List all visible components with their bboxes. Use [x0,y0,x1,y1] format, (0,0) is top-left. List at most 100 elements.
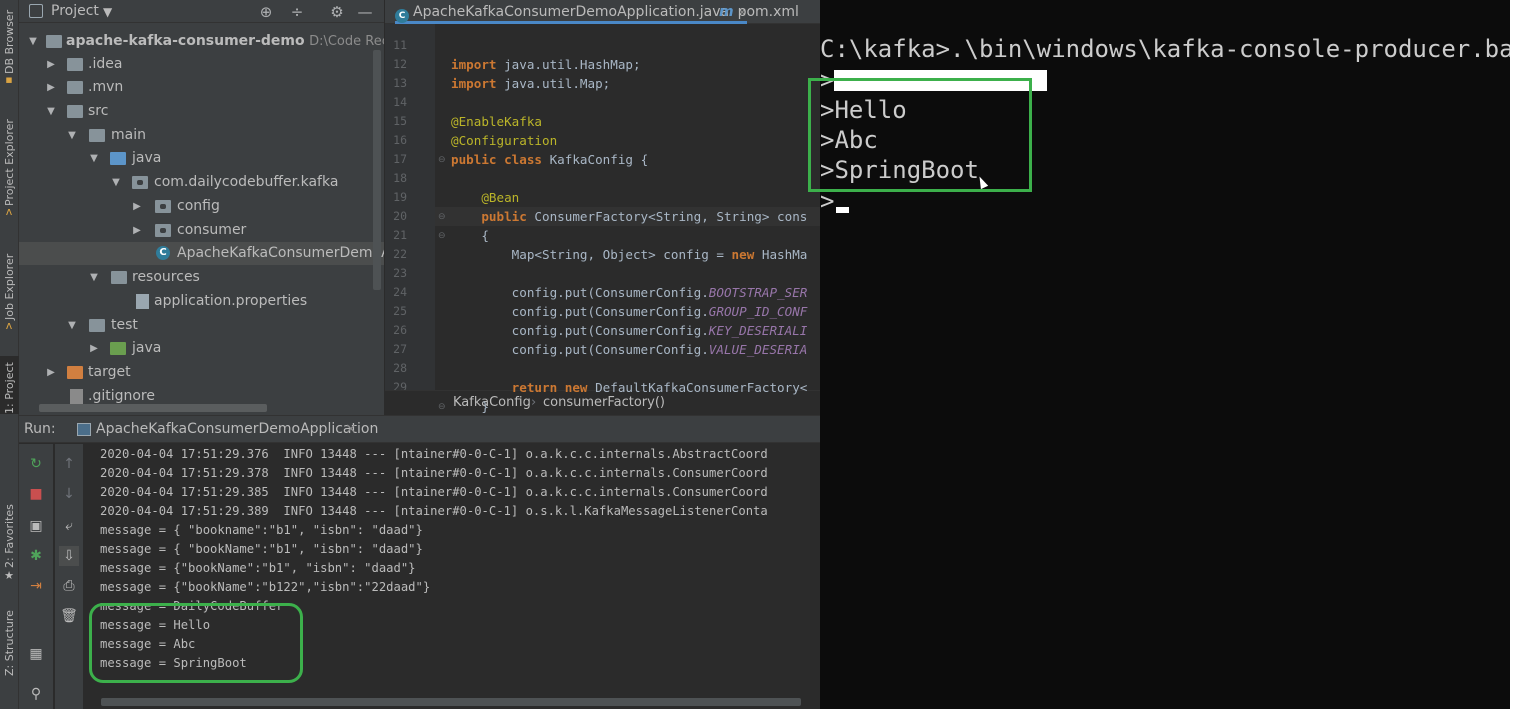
project-explorer-tab[interactable]: Project Explorer [0,116,19,206]
line-number: 17 [393,152,407,166]
console-horizontal-scrollbar[interactable] [101,698,801,706]
line-number: 28 [393,361,407,375]
debug-icon[interactable]: ✱ [26,546,46,566]
project-explorer-icon[interactable]: ʌ [2,206,16,218]
job-explorer-icon[interactable]: ʌ [2,320,16,332]
code-token: @Bean [451,190,520,205]
fold-icon[interactable]: ⊖ [438,212,446,222]
tree-item-test-java[interactable]: ▶ java [19,337,384,360]
left-tool-strip: ▪ DB Browser ʌ Project Explorer ʌ Job Ex… [0,0,19,709]
soft-wrap-icon[interactable]: ⤶ [59,516,79,536]
code-line: config.put(ConsumerConfig.BOOTSTRAP_SER [451,285,808,300]
fold-icon[interactable]: ⊖ [438,155,446,165]
fold-icon[interactable]: ⊖ [438,231,446,241]
camera-icon[interactable]: ▣ [26,516,46,536]
chevron-down-icon[interactable]: ▼ [103,5,112,19]
line-number: 12 [393,57,407,71]
chevron-right-icon[interactable]: ▶ [131,219,143,242]
chevron-right-icon[interactable]: ▶ [45,361,57,384]
tree-horizontal-scrollbar[interactable] [39,404,267,412]
exit-icon[interactable]: ⇥ [26,576,46,596]
code-token: public class [451,152,542,167]
tree-item-resources[interactable]: ▼ resources [19,266,384,289]
tab-main-class[interactable]: C ApacheKafkaConsumerDemoApplication.java… [395,0,748,24]
chevron-right-icon[interactable]: ▶ [131,195,143,218]
db-browser-icon[interactable]: ▪ [2,74,16,86]
fold-icon[interactable]: ⊖ [438,402,446,412]
tree-item-label: .mvn [88,79,124,95]
arrow-up-icon[interactable]: ↑ [59,454,79,474]
run-toolbar-secondary: ↑ ↓ ⤶ ⇩ ⎙ 🗑 [55,444,83,709]
chevron-down-icon[interactable]: ▼ [45,100,57,123]
scroll-to-end-icon[interactable]: ⇩ [59,546,79,566]
chevron-down-icon[interactable]: ▼ [66,124,78,147]
job-explorer-tab[interactable]: Job Explorer [0,248,19,320]
code-token: } [451,399,489,414]
terminal-cursor [836,207,849,213]
print-icon[interactable]: ⎙ [59,576,79,596]
code-token: config.put(ConsumerConfig. [451,323,709,338]
run-toolbar-primary: ↻ ■ ▣ ✱ ⇥ ▦ ⚲ [19,444,53,709]
chevron-right-icon[interactable]: ▶ [45,76,57,99]
tree-item-test[interactable]: ▼ test [19,314,384,337]
file-icon [70,389,83,404]
tab-pom-xml[interactable]: m pom.xml [719,0,799,24]
tree-item-application-properties[interactable]: application.properties [19,290,384,313]
close-icon[interactable]: × [345,416,357,443]
line-number: 18 [393,171,407,185]
tree-item-src[interactable]: ▼ src [19,100,384,123]
highlight-box-terminal [808,78,1032,192]
chevron-right-icon[interactable]: ▶ [88,337,100,360]
run-config-icon [77,423,91,436]
rerun-icon[interactable]: ↻ [26,454,46,474]
run-config-tab[interactable]: ApacheKafkaConsumerDemoApplication [96,416,378,443]
tree-item-target[interactable]: ▶ target [19,361,384,384]
trash-icon[interactable]: 🗑 [59,606,79,626]
layout-icon[interactable]: ▦ [26,644,46,664]
structure-tab[interactable]: Z: Structure [0,606,19,676]
package-icon [155,224,171,237]
chevron-down-icon[interactable]: ▼ [110,171,122,194]
chevron-down-icon[interactable]: ▼ [27,30,39,53]
tree-vertical-scrollbar[interactable] [373,50,381,290]
chevron-down-icon[interactable]: ▼ [66,314,78,337]
terminal-command-line: C:\kafka>.\bin\windows\kafka-console-pro… [820,35,1516,63]
tree-item-project-root[interactable]: ▼ apache-kafka-consumer-demo D:\Code Rec… [19,30,384,53]
tree-item-label: java [132,150,162,166]
code-line: Map<String, Object> config = new HashMa [451,247,808,262]
tree-item-consumer[interactable]: ▶ consumer [19,219,384,242]
tree-item-main[interactable]: ▼ main [19,124,384,147]
chevron-right-icon[interactable]: ▶ [45,53,57,76]
tree-item-idea[interactable]: ▶ .idea [19,53,384,76]
project-path-hint: D:\Code Record\apa [309,34,384,49]
arrow-down-icon[interactable]: ↓ [59,484,79,504]
chevron-down-icon[interactable]: ▼ [88,147,100,170]
pin-icon[interactable]: ⚲ [26,684,46,704]
project-pane-header: Project ▼ ⊕ ÷ ⚙ — [19,0,384,23]
code-token: BOOTSTRAP_SER [708,285,808,300]
stop-icon[interactable]: ■ [26,484,46,504]
tree-item-label: test [111,317,138,333]
gear-icon[interactable]: ⚙ [327,2,347,22]
hide-panel-icon[interactable]: — [355,2,375,22]
collapse-all-icon[interactable]: ÷ [287,2,307,22]
project-tool-tab[interactable]: 1: Project [0,356,19,414]
tree-item-mvn[interactable]: ▶ .mvn [19,76,384,99]
tree-item-config[interactable]: ▶ config [19,195,384,218]
code-token: Map<String, Object> config = [451,247,732,262]
locate-target-icon[interactable]: ⊕ [256,2,276,22]
code-line: @Bean [451,190,519,205]
star-icon[interactable]: ★ [2,570,16,582]
folder-icon [46,35,62,48]
project-pane-title[interactable]: Project [51,3,99,19]
tree-item-label: application.properties [154,293,308,309]
package-icon [155,200,171,213]
db-browser-tab[interactable]: DB Browser [0,8,19,74]
window-edge [1510,0,1516,709]
tree-item-package[interactable]: ▼ com.dailycodebuffer.kafka [19,171,384,194]
maven-icon: m [719,4,734,20]
favorites-tab[interactable]: 2: Favorites [0,498,19,568]
tree-item-main-class[interactable]: C ApacheKafkaConsumerDemoAppli [19,242,384,265]
tree-item-java[interactable]: ▼ java [19,147,384,170]
chevron-down-icon[interactable]: ▼ [88,266,100,289]
